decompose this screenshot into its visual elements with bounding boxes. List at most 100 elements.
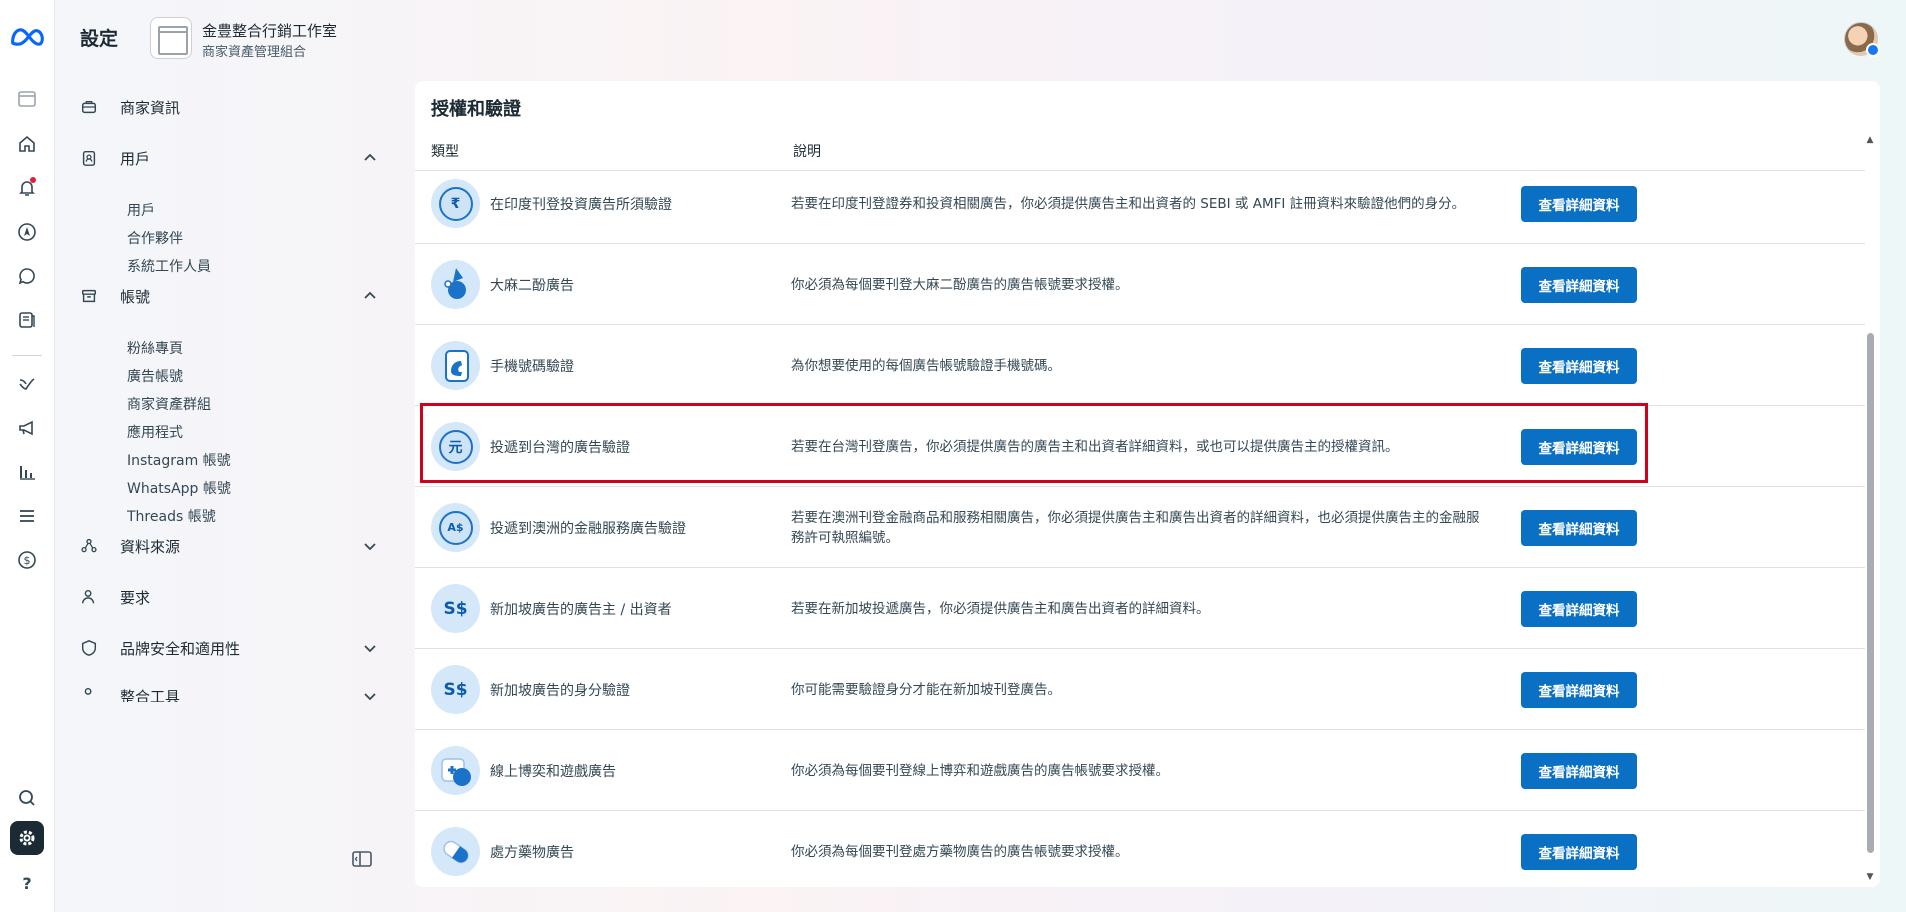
facebook-badge-icon <box>1866 43 1880 57</box>
chart-bars-icon[interactable] <box>10 455 44 489</box>
sidebar-item-requests[interactable]: 要求 <box>80 583 380 611</box>
row-type: 投遞到台灣的廣告驗證 <box>490 439 630 456</box>
sidebar-section-integrations[interactable]: 整合工具 <box>80 686 380 702</box>
sidebar-item-threads[interactable]: Threads 帳號 <box>127 506 216 526</box>
row-description: 你必須為每個要刊登線上博弈和遊戲廣告的廣告帳號要求授權。 <box>791 762 1169 779</box>
chevron-up-icon[interactable] <box>360 148 380 168</box>
view-details-button[interactable]: 查看詳細資料 <box>1521 672 1637 708</box>
row-type: 大麻二酚廣告 <box>490 277 574 294</box>
home-icon[interactable] <box>10 127 44 161</box>
sidebar-item-ad-accounts[interactable]: 廣告帳號 <box>127 366 183 386</box>
sidebar-item-instagram[interactable]: Instagram 帳號 <box>127 450 231 470</box>
view-details-button[interactable]: 查看詳細資料 <box>1521 429 1637 465</box>
user-badge-icon <box>80 149 106 167</box>
data-sources-icon <box>80 537 106 555</box>
archive-icon <box>80 287 106 305</box>
row-description: 為你想要使用的每個廣告帳號驗證手機號碼。 <box>791 357 1061 374</box>
business-thumb-icon[interactable] <box>10 82 44 116</box>
sidebar-section-label: 整合工具 <box>120 688 181 702</box>
view-details-button[interactable]: 查看詳細資料 <box>1521 267 1637 303</box>
checkmark-icon[interactable] <box>10 367 44 401</box>
search-icon[interactable] <box>10 781 44 815</box>
sidebar-item-system-users[interactable]: 系統工作人員 <box>127 256 211 276</box>
chat-icon[interactable] <box>10 259 44 293</box>
chevron-down-icon[interactable] <box>360 536 380 556</box>
sidebar-item-label: 商家資訊 <box>120 98 181 117</box>
table-row: ₹ 在印度刊登投資廣告所須驗證 若要在印度刊登證券和投資相關廣告，你必須提供廣告… <box>415 163 1865 244</box>
person-icon <box>80 588 106 606</box>
row-type: 新加坡廣告的廣告主 / 出資者 <box>490 601 672 618</box>
sidebar-item-pages[interactable]: 粉絲專頁 <box>127 338 183 358</box>
row-description: 你必須為每個要刊登大麻二酚廣告的廣告帳號要求授權。 <box>791 276 1129 293</box>
integrations-icon <box>80 686 106 702</box>
chevron-down-icon[interactable] <box>360 686 380 702</box>
megaphone-icon[interactable] <box>10 411 44 445</box>
collapse-sidebar-icon[interactable] <box>352 850 372 868</box>
help-label: ? <box>22 873 32 893</box>
phone-icon <box>431 341 480 390</box>
yuan-icon: 元 <box>431 422 480 471</box>
sidebar-section-users[interactable]: 用戶 <box>80 144 380 172</box>
sgd-icon: S$ <box>431 584 480 633</box>
table-row: A$ 投遞到澳洲的金融服務廣告驗證 若要在澳洲刊登金融商品和服務相關廣告，你必須… <box>415 487 1865 568</box>
gaming-icon <box>431 746 480 795</box>
row-description: 若要在印度刊登證券和投資相關廣告，你必須提供廣告主和出資者的 SEBI 或 AM… <box>791 195 1466 212</box>
sidebar-item-asset-groups[interactable]: 商家資產群組 <box>127 394 211 414</box>
menu-icon[interactable] <box>10 499 44 533</box>
pill-icon <box>431 827 480 876</box>
table-row: 處方藥物廣告 你必須為每個要刊登處方藥物廣告的廣告帳號要求授權。 查看詳細資料 <box>415 811 1865 887</box>
sidebar-item-whatsapp[interactable]: WhatsApp 帳號 <box>127 478 231 498</box>
row-type: 手機號碼驗證 <box>490 358 574 375</box>
scroll-up-icon[interactable]: ▲ <box>1865 135 1875 145</box>
table-row: 線上博奕和遊戲廣告 你必須為每個要刊登線上博弈和遊戲廣告的廣告帳號要求授權。 查… <box>415 730 1865 811</box>
pages-icon[interactable] <box>10 303 44 337</box>
business-name[interactable]: 金豊整合行銷工作室 <box>202 20 337 41</box>
view-details-button[interactable]: 查看詳細資料 <box>1521 186 1637 222</box>
left-rail: $ ? <box>0 0 55 912</box>
table-row: S$ 新加坡廣告的身分驗證 你可能需要驗證身分才能在新加坡刊登廣告。 查看詳細資… <box>415 649 1865 730</box>
view-details-button[interactable]: 查看詳細資料 <box>1521 591 1637 627</box>
aud-glyph: A$ <box>438 510 473 545</box>
dollar-icon[interactable]: $ <box>10 543 44 577</box>
table-row: 元 投遞到台灣的廣告驗證 若要在台灣刊登廣告，你必須提供廣告的廣告主和出資者詳細… <box>415 406 1865 487</box>
sidebar-section-brand-safety[interactable]: 品牌安全和適用性 <box>80 634 380 662</box>
scrollbar-thumb[interactable] <box>1867 333 1874 853</box>
sidebar-item-apps[interactable]: 應用程式 <box>127 422 183 442</box>
sidebar-section-data-sources[interactable]: 資料來源 <box>80 532 380 560</box>
sidebar-section-accounts[interactable]: 帳號 <box>80 282 380 310</box>
business-thumbnail[interactable] <box>150 17 192 59</box>
business-subtitle: 商家資產管理組合 <box>202 45 307 60</box>
sidebar-section-label: 帳號 <box>120 287 151 306</box>
authorizations-panel: 授權和驗證 類型 說明 ₹ 在印度刊登投資廣告所須驗證 若要在印度刊登證券和投資… <box>415 81 1880 887</box>
row-description: 若要在新加坡投遞廣告，你必須提供廣告主和廣告出資者的詳細資料。 <box>791 600 1210 617</box>
view-details-button[interactable]: 查看詳細資料 <box>1521 510 1637 546</box>
chevron-down-icon[interactable] <box>360 638 380 658</box>
row-type: 投遞到澳洲的金融服務廣告驗證 <box>490 520 686 537</box>
meta-logo-icon[interactable] <box>8 20 46 54</box>
sidebar-item-label: 要求 <box>120 588 151 607</box>
rupee-glyph: ₹ <box>438 186 473 221</box>
aud-icon: A$ <box>431 503 480 552</box>
cbd-icon <box>431 260 480 309</box>
yuan-glyph: 元 <box>438 429 473 464</box>
row-description: 你可能需要驗證身分才能在新加坡刊登廣告。 <box>791 681 1061 698</box>
bell-icon[interactable] <box>10 171 44 205</box>
view-details-button[interactable]: 查看詳細資料 <box>1521 348 1637 384</box>
settings-icon[interactable] <box>10 821 44 855</box>
row-type: 處方藥物廣告 <box>490 844 574 861</box>
chevron-up-icon[interactable] <box>360 286 380 306</box>
sidebar-item-partners[interactable]: 合作夥伴 <box>127 228 183 248</box>
sidebar-section-label: 用戶 <box>120 149 151 168</box>
view-details-button[interactable]: 查看詳細資料 <box>1521 753 1637 789</box>
column-header-type: 類型 <box>431 144 459 160</box>
column-header-description: 說明 <box>793 144 821 160</box>
sidebar-section-label: 品牌安全和適用性 <box>120 639 241 658</box>
view-details-button[interactable]: 查看詳細資料 <box>1521 834 1637 870</box>
notification-dot <box>30 177 36 183</box>
help-icon[interactable]: ? <box>10 866 44 900</box>
scroll-down-icon[interactable]: ▼ <box>1865 872 1875 882</box>
sidebar-item-users[interactable]: 用戶 <box>127 200 155 220</box>
compass-icon[interactable] <box>10 215 44 249</box>
row-type: 線上博奕和遊戲廣告 <box>490 763 616 780</box>
sidebar-item-business-info[interactable]: 商家資訊 <box>80 93 380 121</box>
